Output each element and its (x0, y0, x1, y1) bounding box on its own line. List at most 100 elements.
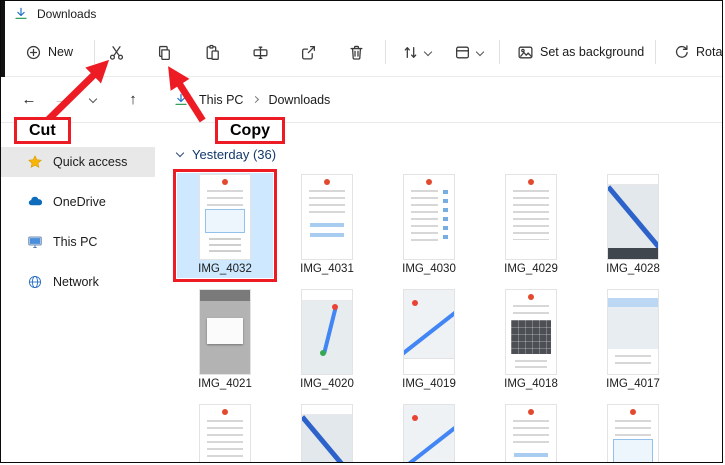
rotate-left-icon (673, 44, 690, 61)
sort-arrows-icon (402, 44, 419, 61)
sort-button[interactable] (391, 34, 441, 70)
sidebar-item-network[interactable]: Network (1, 267, 155, 297)
toolbar-divider (499, 40, 500, 64)
sidebar-item-onedrive[interactable]: OneDrive (1, 187, 155, 217)
file-item[interactable] (483, 403, 579, 463)
file-item-img-4029[interactable]: IMG_4029 (483, 173, 579, 278)
cut-annotation-label: Cut (14, 117, 71, 144)
forward-button[interactable]: → (47, 86, 75, 114)
file-item[interactable] (381, 403, 477, 463)
file-thumbnail (301, 404, 353, 463)
file-thumbnail (607, 289, 659, 375)
sidebar-item-label: Quick access (53, 155, 127, 169)
image-icon (517, 44, 534, 61)
copy-button[interactable] (145, 34, 183, 70)
file-item-img-4018[interactable]: IMG_4018 (483, 288, 579, 393)
star-icon (27, 154, 43, 170)
toolbar-divider (385, 40, 386, 64)
file-name: IMG_4032 (198, 262, 252, 277)
share-icon (300, 44, 317, 61)
view-button[interactable] (443, 34, 493, 70)
title-bar: Downloads (1, 1, 722, 27)
file-thumbnail (505, 404, 557, 463)
toolbar-divider (94, 40, 95, 64)
file-thumbnail (403, 289, 455, 375)
copy-annotation-label: Copy (215, 117, 285, 144)
onedrive-cloud-icon (27, 194, 43, 210)
files-pane: Yesterday (36) IMG_4032 IMG_4031 IMG_403… (155, 123, 722, 463)
file-thumbnail (301, 174, 353, 260)
chevron-down-icon (423, 48, 431, 56)
window-body: Quick access OneDrive This PC (1, 123, 722, 463)
trash-icon (348, 44, 365, 61)
file-item[interactable] (279, 403, 375, 463)
downloads-folder-icon (13, 6, 29, 22)
file-item[interactable] (585, 403, 681, 463)
chevron-down-icon (89, 94, 97, 102)
back-button[interactable]: ← (15, 86, 43, 114)
file-name: IMG_4030 (402, 262, 456, 277)
file-item-img-4028[interactable]: IMG_4028 (585, 173, 681, 278)
sidebar-item-quick-access[interactable]: Quick access (1, 147, 155, 177)
breadcrumb-this-pc[interactable]: This PC (197, 91, 245, 109)
new-button-label: New (48, 45, 73, 59)
file-thumbnail (199, 174, 251, 260)
group-label: Yesterday (36) (192, 147, 276, 162)
file-name: IMG_4028 (606, 262, 660, 277)
back-arrow-icon: ← (22, 91, 37, 108)
recent-locations-button[interactable] (79, 86, 107, 114)
paste-button[interactable] (193, 34, 231, 70)
rename-icon (252, 44, 269, 61)
file-thumbnail (607, 404, 659, 463)
file-item-img-4030[interactable]: IMG_4030 (381, 173, 477, 278)
file-name: IMG_4017 (606, 377, 660, 392)
forward-arrow-icon: → (54, 91, 69, 108)
rotate-button-label: Rotat (696, 45, 723, 59)
file-thumbnail (505, 289, 557, 375)
set-as-background-label: Set as background (540, 45, 644, 59)
file-name: IMG_4029 (504, 262, 558, 277)
file-thumbnail (505, 174, 557, 260)
rename-button[interactable] (241, 34, 279, 70)
network-globe-icon (27, 274, 43, 290)
file-name: IMG_4018 (504, 377, 558, 392)
breadcrumb-downloads[interactable]: Downloads (266, 91, 332, 109)
file-item-img-4020[interactable]: IMG_4020 (279, 288, 375, 393)
file-item-img-4017[interactable]: IMG_4017 (585, 288, 681, 393)
file-item-img-4032[interactable]: IMG_4032 (177, 173, 273, 278)
file-thumbnail (403, 404, 455, 463)
file-item-img-4031[interactable]: IMG_4031 (279, 173, 375, 278)
delete-button[interactable] (337, 34, 375, 70)
breadcrumb-separator-icon (252, 96, 259, 103)
up-button[interactable]: ↑ (119, 86, 147, 114)
file-item-img-4019[interactable]: IMG_4019 (381, 288, 477, 393)
navigation-bar: ← → ↑ This PC Downloads (1, 77, 722, 123)
chevron-down-icon (176, 148, 184, 156)
sidebar-item-label: OneDrive (53, 195, 106, 209)
file-name: IMG_4020 (300, 377, 354, 392)
file-explorer-window: Downloads New (0, 0, 723, 463)
file-name: IMG_4019 (402, 377, 456, 392)
toolbar-divider (655, 40, 656, 64)
cut-button[interactable] (97, 34, 135, 70)
file-item[interactable] (177, 403, 273, 463)
share-button[interactable] (289, 34, 327, 70)
file-name: IMG_4021 (198, 377, 252, 392)
clipboard-icon (204, 44, 221, 61)
file-item-img-4021[interactable]: IMG_4021 (177, 288, 273, 393)
up-arrow-icon: ↑ (129, 91, 137, 108)
file-thumbnail (403, 174, 455, 260)
address-bar[interactable]: This PC Downloads (163, 84, 463, 116)
navigation-pane: Quick access OneDrive This PC (1, 123, 155, 463)
sidebar-item-this-pc[interactable]: This PC (1, 227, 155, 257)
file-name: IMG_4031 (300, 262, 354, 277)
rotate-button[interactable]: Rotat (665, 34, 723, 70)
window-title: Downloads (37, 7, 96, 21)
computer-icon (27, 234, 43, 250)
plus-icon (25, 44, 42, 61)
new-button[interactable]: New (15, 34, 83, 70)
group-header-yesterday[interactable]: Yesterday (36) (177, 145, 722, 163)
file-thumbnail (199, 404, 251, 463)
window-edge (1, 1, 5, 77)
set-as-background-button[interactable]: Set as background (507, 34, 654, 70)
